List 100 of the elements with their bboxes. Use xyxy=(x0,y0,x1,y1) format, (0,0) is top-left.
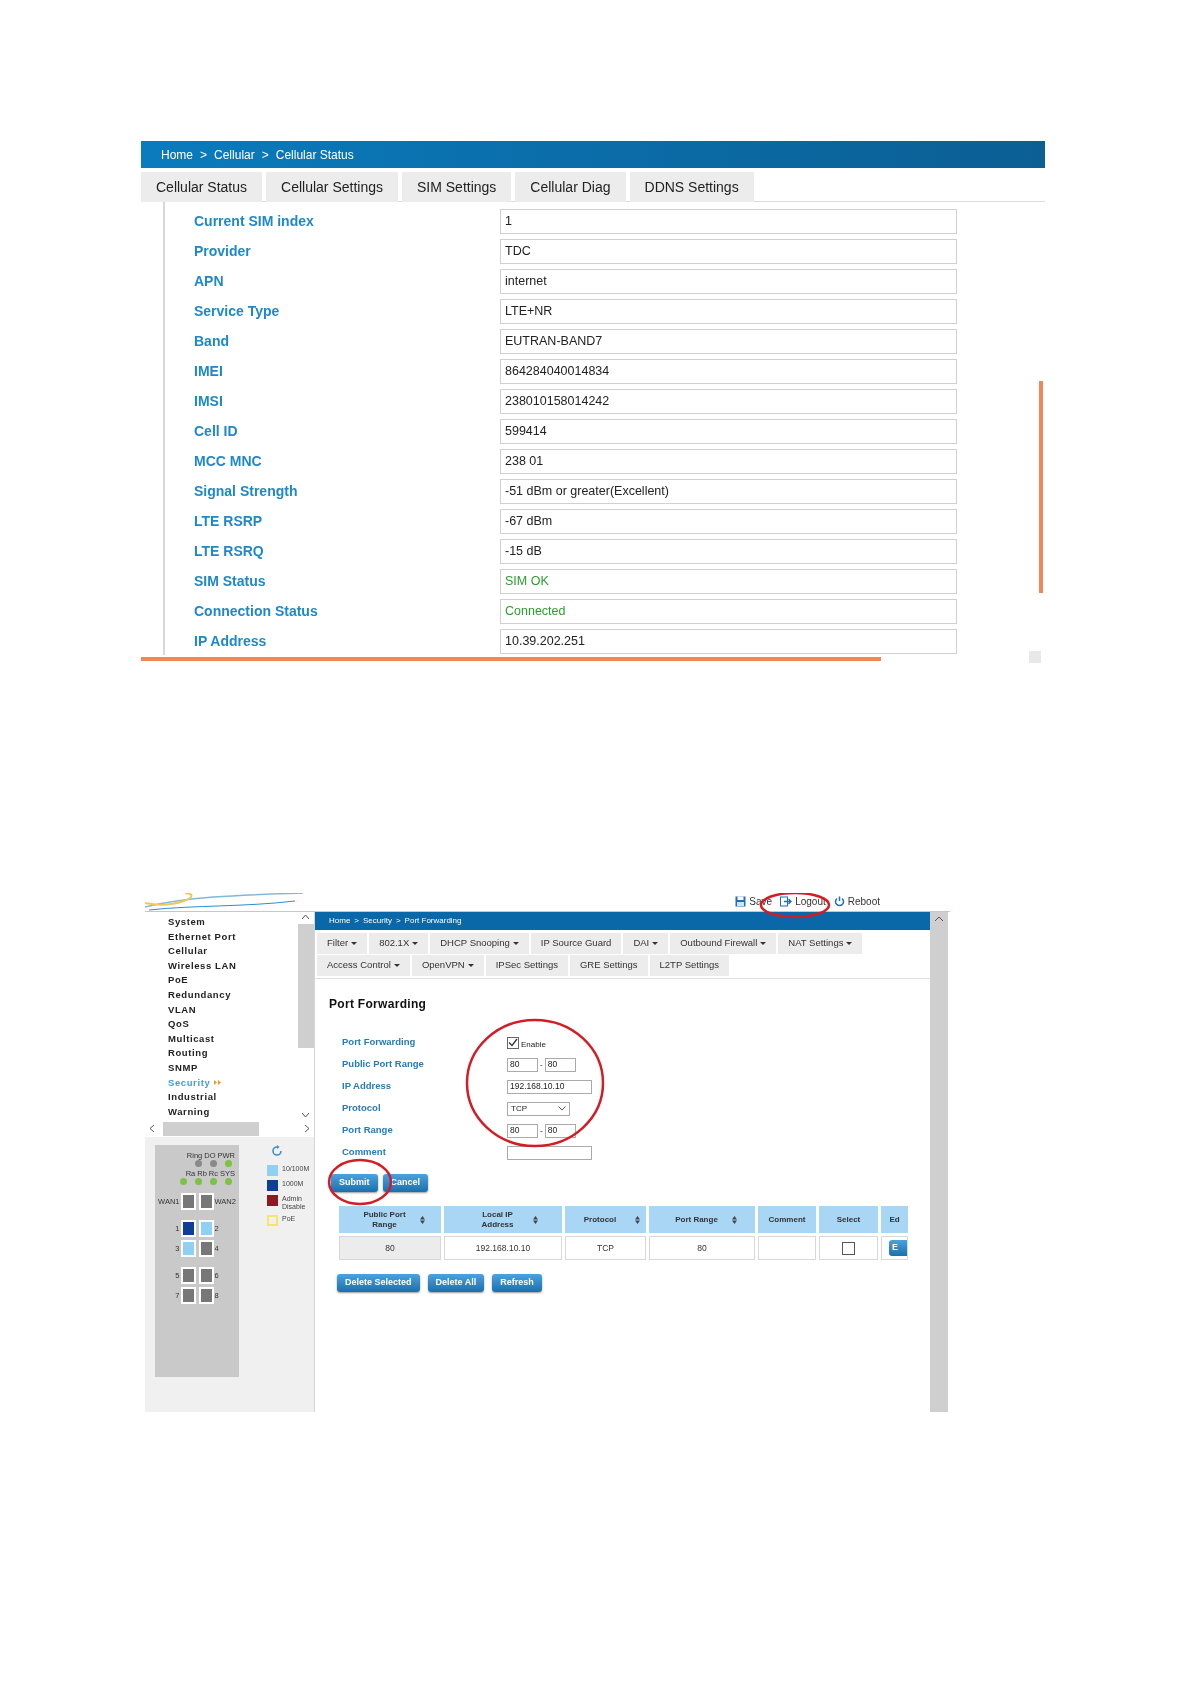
form-button[interactable]: Submit xyxy=(331,1174,378,1192)
scroll-up-icon[interactable] xyxy=(301,914,310,920)
scrollbar-thumb[interactable] xyxy=(141,657,881,661)
tab[interactable]: SIM Settings xyxy=(402,172,512,202)
menu-tab[interactable]: GRE Settings xyxy=(570,955,648,976)
field-label: Provider xyxy=(193,241,252,261)
logout-icon xyxy=(780,896,793,907)
caret-icon xyxy=(846,942,853,945)
tab[interactable]: Cellular Settings xyxy=(266,172,398,202)
value-field: LTE+NR xyxy=(500,298,957,324)
field-label: LTE RSRQ xyxy=(193,541,265,561)
input-field[interactable]: 80 xyxy=(507,1057,538,1072)
menu-tab[interactable]: OpenVPN xyxy=(411,955,484,976)
table-button[interactable]: Delete All xyxy=(427,1274,485,1292)
table-button[interactable]: Refresh xyxy=(492,1274,542,1292)
toolbar-link[interactable]: Reboot xyxy=(833,894,880,909)
menu-tab[interactable]: DAI xyxy=(623,933,669,954)
scroll-left-icon[interactable] xyxy=(149,1124,155,1133)
range-separator: - xyxy=(540,1058,543,1071)
value-field: 238 01 xyxy=(500,448,957,474)
sidebar-item[interactable]: SNMP xyxy=(168,1060,297,1076)
field-label: Current SIM index xyxy=(193,211,315,231)
sidebar-item[interactable]: Ethernet Port xyxy=(168,929,297,945)
breadcrumb-link[interactable]: Home xyxy=(329,915,351,927)
column-header[interactable]: Select xyxy=(819,1206,878,1233)
field-label: Protocol xyxy=(342,1101,382,1116)
scroll-right-icon[interactable] xyxy=(304,1124,310,1133)
scrollbar-thumb[interactable] xyxy=(163,1121,259,1136)
tab[interactable]: Cellular Status xyxy=(141,172,263,202)
field-label: Connection Status xyxy=(193,601,319,621)
value-field: 599414 xyxy=(500,418,957,444)
sidebar-item[interactable]: QoS xyxy=(168,1017,297,1032)
menu-tab[interactable]: NAT Settings xyxy=(778,933,863,954)
value-field: Connected xyxy=(500,598,957,624)
sidebar-item[interactable]: Multicast xyxy=(168,1031,297,1047)
protocol-dropdown[interactable]: TCP xyxy=(507,1101,570,1116)
sidebar-item[interactable]: VLAN xyxy=(168,1002,297,1018)
breadcrumb-separator: > xyxy=(261,146,269,164)
input-field[interactable]: 192.168.10.10 xyxy=(507,1079,592,1094)
sort-icon xyxy=(635,1215,640,1224)
input-field[interactable] xyxy=(507,1145,592,1160)
column-header[interactable]: Ed xyxy=(881,1206,908,1233)
sidebar-item[interactable]: PoE xyxy=(168,973,297,988)
menu-tab[interactable]: Filter xyxy=(317,933,368,954)
column-header[interactable]: Protocol xyxy=(565,1206,646,1233)
column-header[interactable]: Comment xyxy=(758,1206,816,1233)
field-label: SIM Status xyxy=(193,571,267,591)
field-label: LTE RSRP xyxy=(193,511,264,531)
scroll-up-icon[interactable] xyxy=(934,916,944,922)
sidebar-item[interactable]: Industrial xyxy=(168,1090,297,1105)
menu-tab[interactable]: 802.1X xyxy=(369,933,429,954)
menu-tab[interactable]: Outbound Firewall xyxy=(670,933,777,954)
check-icon xyxy=(508,1038,518,1047)
sidebar-item[interactable]: Routing xyxy=(168,1046,297,1061)
sidebar-item[interactable]: Wireless LAN xyxy=(168,958,297,974)
value-field: internet xyxy=(500,268,957,294)
caret-icon xyxy=(467,964,474,967)
value-field: 1 xyxy=(500,208,957,234)
tab[interactable]: Cellular Diag xyxy=(515,172,626,202)
breadcrumb-link[interactable]: Home xyxy=(161,145,193,164)
menu-tab[interactable]: L2TP Settings xyxy=(649,955,730,976)
breadcrumb-link[interactable]: Security xyxy=(363,915,392,927)
sidebar-item[interactable]: Warning xyxy=(168,1104,297,1120)
scroll-down-icon[interactable] xyxy=(301,1112,310,1118)
table-cell: 192.168.10.10 xyxy=(444,1236,562,1260)
column-header[interactable]: Public Port Range xyxy=(339,1206,441,1233)
column-header[interactable]: Port Range xyxy=(649,1206,755,1233)
menu-tab[interactable]: DHCP Snooping xyxy=(430,933,529,954)
sort-icon xyxy=(731,1215,737,1224)
checkbox[interactable] xyxy=(842,1241,855,1255)
breadcrumb-link[interactable]: Cellular xyxy=(214,145,255,164)
field-label: IMSI xyxy=(193,391,224,411)
scrollbar-thumb[interactable] xyxy=(1039,381,1043,593)
table-button[interactable]: Delete Selected xyxy=(337,1274,420,1292)
field-label: Cell ID xyxy=(193,421,239,441)
breadcrumb-separator: > xyxy=(200,146,208,164)
scrollbar[interactable] xyxy=(930,912,948,1412)
field-label: Port Forwarding xyxy=(342,1035,417,1050)
breadcrumb-link[interactable]: Port Forwarding xyxy=(404,915,462,927)
scrollbar-thumb[interactable] xyxy=(297,924,314,1048)
tab[interactable]: DDNS Settings xyxy=(629,172,754,202)
field-label: IP Address xyxy=(193,631,268,651)
sidebar-item[interactable]: Redundancy xyxy=(168,987,297,1003)
menu-tab[interactable]: IPSec Settings xyxy=(485,955,568,976)
toolbar-link[interactable]: Logout xyxy=(780,894,826,909)
refresh-icon[interactable] xyxy=(271,1145,283,1157)
chevron-down-icon xyxy=(558,1106,566,1111)
menu-tab[interactable]: IP Source Guard xyxy=(530,933,622,954)
sidebar-item[interactable]: System xyxy=(168,915,297,930)
input-field[interactable]: 80 xyxy=(507,1123,538,1138)
breadcrumb-link[interactable]: Cellular Status xyxy=(275,145,354,164)
checkbox[interactable] xyxy=(507,1036,519,1049)
scrollbar[interactable] xyxy=(297,912,314,1120)
sidebar-item[interactable]: Cellular xyxy=(168,944,297,959)
sort-icon xyxy=(419,1215,425,1224)
column-header[interactable]: Local IP Address xyxy=(444,1206,562,1233)
edit-button[interactable]: E xyxy=(889,1240,907,1256)
menu-tab[interactable]: Access Control xyxy=(317,955,410,976)
input-field[interactable]: 80 xyxy=(544,1057,576,1072)
input-field[interactable]: 80 xyxy=(544,1123,576,1138)
